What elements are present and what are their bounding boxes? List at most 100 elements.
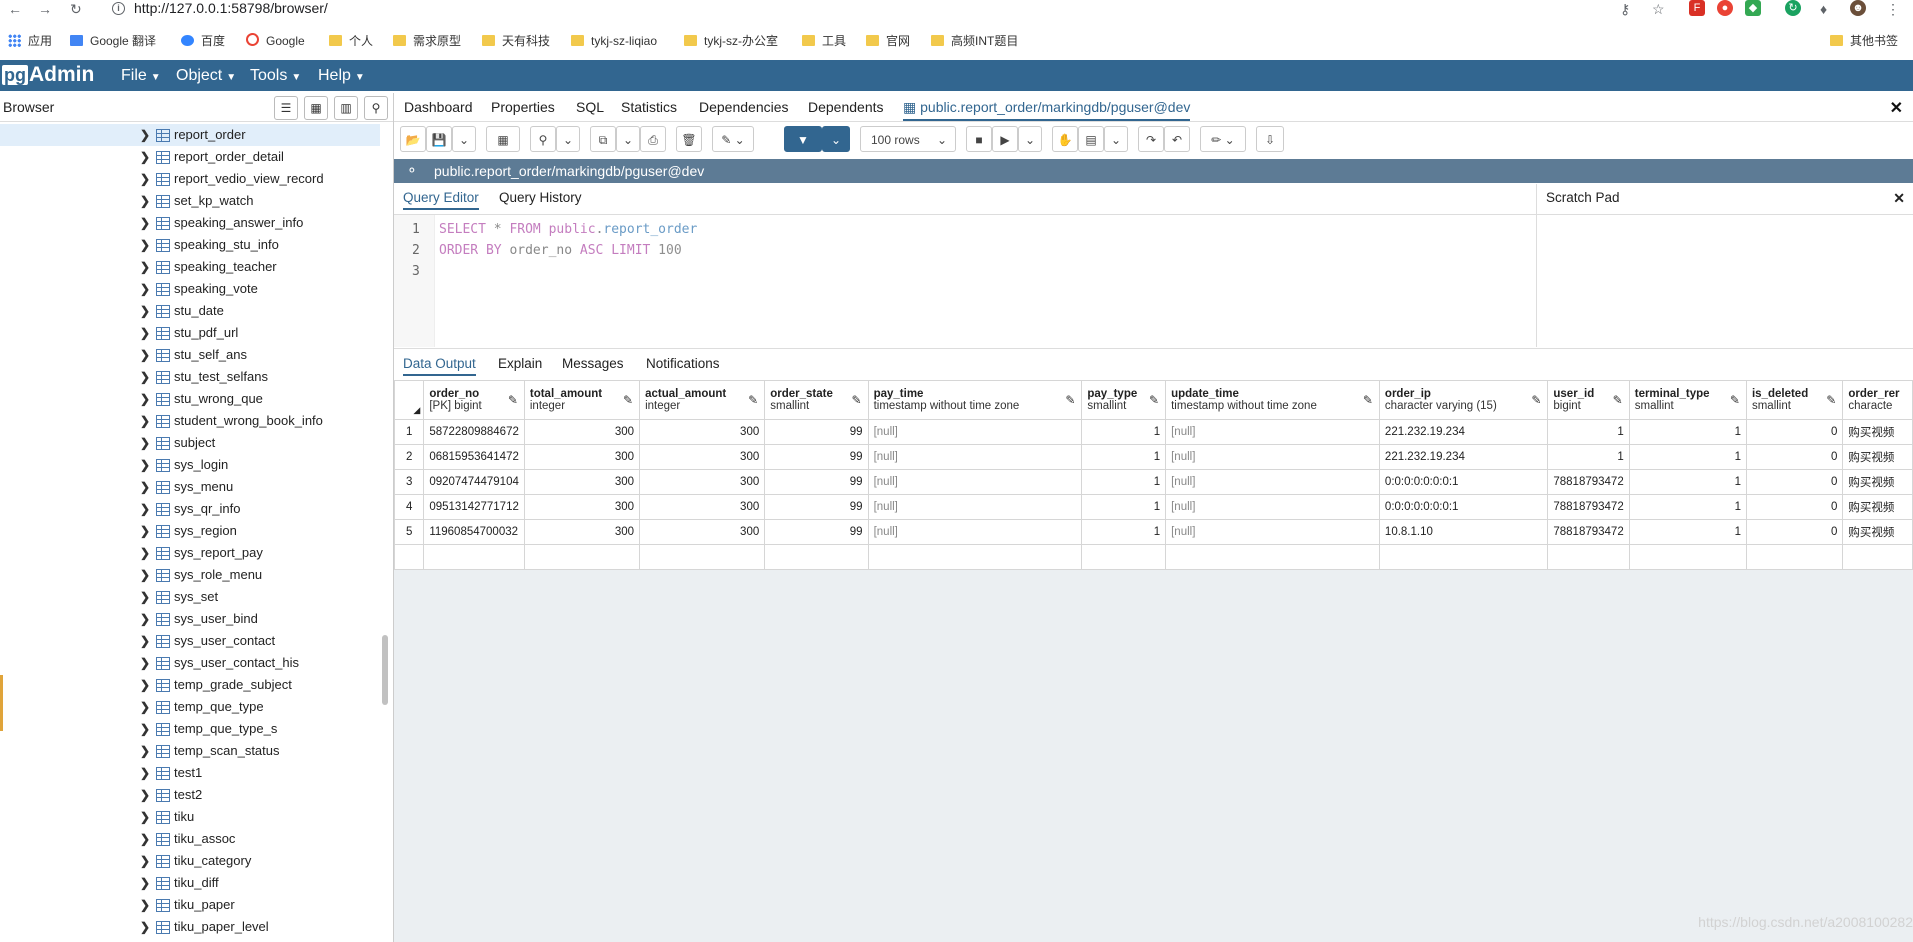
tab-messages[interactable]: Messages [562,356,624,371]
pencil-icon[interactable]: ✎ [508,393,518,407]
key-icon[interactable]: ⚷ [1620,0,1630,18]
tree-item-table[interactable]: ❯ speaking_answer_info [0,212,380,234]
tree-item-table[interactable]: ❯ speaking_stu_info [0,234,380,256]
table-cell[interactable]: 99 [764,444,869,470]
bookmark-apps[interactable]: 应用 [8,33,52,49]
execute-icon[interactable]: ▶ [992,126,1018,152]
tab-query-editor[interactable]: Query Editor [403,190,479,210]
table-cell[interactable]: 11960854700032 [423,519,525,545]
chevron-right-icon[interactable]: ❯ [140,762,150,784]
pencil-icon[interactable]: ✎ [1531,393,1541,407]
table-cell[interactable]: 300 [639,419,766,445]
tree-item-table[interactable]: ❯ subject [0,432,380,454]
column-header[interactable]: terminal_type smallint ✎ [1628,380,1747,420]
tree-item-table[interactable]: ❯ test2 [0,784,380,806]
table-cell[interactable]: 06815953641472 [423,444,525,470]
column-header[interactable]: actual_amount integer ✎ [639,380,766,420]
table-cell[interactable] [1547,544,1630,570]
table-cell[interactable]: 购买视频 [1842,469,1913,495]
clear-icon[interactable]: ✏ ⌄ [1200,126,1246,152]
table-cell[interactable]: 09207474479104 [423,469,525,495]
menu-help[interactable]: Help ▼ [318,67,365,87]
tree-item-table[interactable]: ❯ sys_user_contact [0,630,380,652]
pencil-icon[interactable]: ✎ [1826,393,1836,407]
bookmark-folder[interactable]: tykj-sz-liqiao [571,33,657,49]
table-cell[interactable]: 购买视频 [1842,444,1913,470]
chevron-down-icon[interactable]: ⌄ [1018,126,1042,152]
chevron-right-icon[interactable]: ❯ [140,828,150,850]
close-icon[interactable]: ✕ [1893,190,1905,207]
table-cell[interactable]: [null] [1165,519,1380,545]
tree-item-table[interactable]: ❯ temp_que_type_s [0,718,380,740]
table-cell[interactable]: 0 [1745,494,1844,520]
table-cell[interactable]: 1 [1081,419,1167,445]
table-cell[interactable]: 购买视频 [1842,419,1913,445]
chevron-down-icon[interactable]: ⌄ [616,126,640,152]
tree-item-table[interactable]: ❯ tiku_assoc [0,828,380,850]
row-number[interactable]: 5 [394,519,425,545]
table-cell[interactable] [1842,544,1913,570]
chevron-right-icon[interactable]: ❯ [140,212,150,234]
table-row[interactable]: 1 58722809884672 300 300 99 [null] 1 [null] 221.… [394,419,1913,445]
table-cell[interactable]: 78818793472 [1547,519,1630,545]
commit-transaction-icon[interactable]: ↷ [1138,126,1164,152]
table-cell[interactable]: 99 [764,419,869,445]
column-header[interactable]: order_rer characte [1842,380,1913,420]
star-icon[interactable]: ☆ [1652,0,1665,18]
paste-icon[interactable]: ⎙ [640,126,666,152]
table-cell[interactable]: [null] [867,444,1083,470]
delete-icon[interactable]: 🗑 [676,126,702,152]
tree-item-table[interactable]: ❯ sys_region [0,520,380,542]
table-cell[interactable]: 10.8.1.10 [1378,519,1549,545]
column-header[interactable]: order_ip character varying (15) ✎ [1378,380,1549,420]
table-cell[interactable]: 300 [639,494,766,520]
tree-item-table[interactable]: ❯ sys_set [0,586,380,608]
table-cell[interactable]: 78818793472 [1547,469,1630,495]
chevron-right-icon[interactable]: ❯ [140,784,150,806]
row-number[interactable]: 3 [394,469,425,495]
table-cell[interactable] [639,544,766,570]
chevron-right-icon[interactable]: ❯ [140,388,150,410]
table-cell[interactable]: 300 [523,494,641,520]
table-cell[interactable]: 300 [523,519,641,545]
chevron-right-icon[interactable]: ❯ [140,366,150,388]
chevron-right-icon[interactable]: ❯ [140,344,150,366]
table-cell[interactable]: 1 [1628,469,1747,495]
column-header[interactable]: user_id bigint ✎ [1547,380,1630,420]
select-all-corner[interactable]: ◢ [394,380,425,420]
pencil-icon[interactable]: ✎ [1613,393,1623,407]
table-cell[interactable]: 0 [1745,419,1844,445]
explain-icon[interactable]: ▤ [1078,126,1104,152]
extension-icon[interactable]: ↻ [1785,0,1801,16]
table-cell[interactable]: 300 [523,469,641,495]
tab-query-tool[interactable]: ▦ public.report_order/markingdb/pguser@d… [903,99,1191,121]
chevron-right-icon[interactable]: ❯ [140,564,150,586]
table-cell[interactable]: [null] [1165,419,1380,445]
chevron-right-icon[interactable]: ❯ [140,740,150,762]
tree-item-table[interactable]: ❯ speaking_teacher [0,256,380,278]
table-cell[interactable]: 1 [1081,494,1167,520]
avatar[interactable]: ☻ [1850,0,1866,16]
pencil-icon[interactable]: ✎ [1363,393,1373,407]
tab-sql[interactable]: SQL [576,99,604,115]
table-cell[interactable]: 1 [1081,519,1167,545]
table-cell[interactable]: 300 [639,444,766,470]
table-cell[interactable]: 1 [1628,494,1747,520]
table-cell[interactable]: 购买视频 [1842,494,1913,520]
bookmark-google-translate[interactable]: Google 翻译 [70,33,156,49]
tree-item-table[interactable]: ❯ report_order_detail [0,146,380,168]
find-icon[interactable]: ▦ [486,126,520,152]
tree-item-table[interactable]: ❯ test1 [0,762,380,784]
tree-item-table[interactable]: ❯ temp_grade_subject [0,674,380,696]
chevron-right-icon[interactable]: ❯ [140,586,150,608]
chevron-right-icon[interactable]: ❯ [140,630,150,652]
bookmark-folder[interactable]: 个人 [329,33,373,49]
side-handle[interactable] [0,675,3,731]
chevron-right-icon[interactable]: ❯ [140,234,150,256]
tree-item-table[interactable]: ❯ sys_menu [0,476,380,498]
bookmark-folder[interactable]: tykj-sz-办公室 [684,33,778,49]
extension-icon[interactable]: ● [1717,0,1733,16]
tree-item-table[interactable]: ❯ sys_report_pay [0,542,380,564]
pencil-icon[interactable]: ✎ [1730,393,1740,407]
chevron-right-icon[interactable]: ❯ [140,520,150,542]
